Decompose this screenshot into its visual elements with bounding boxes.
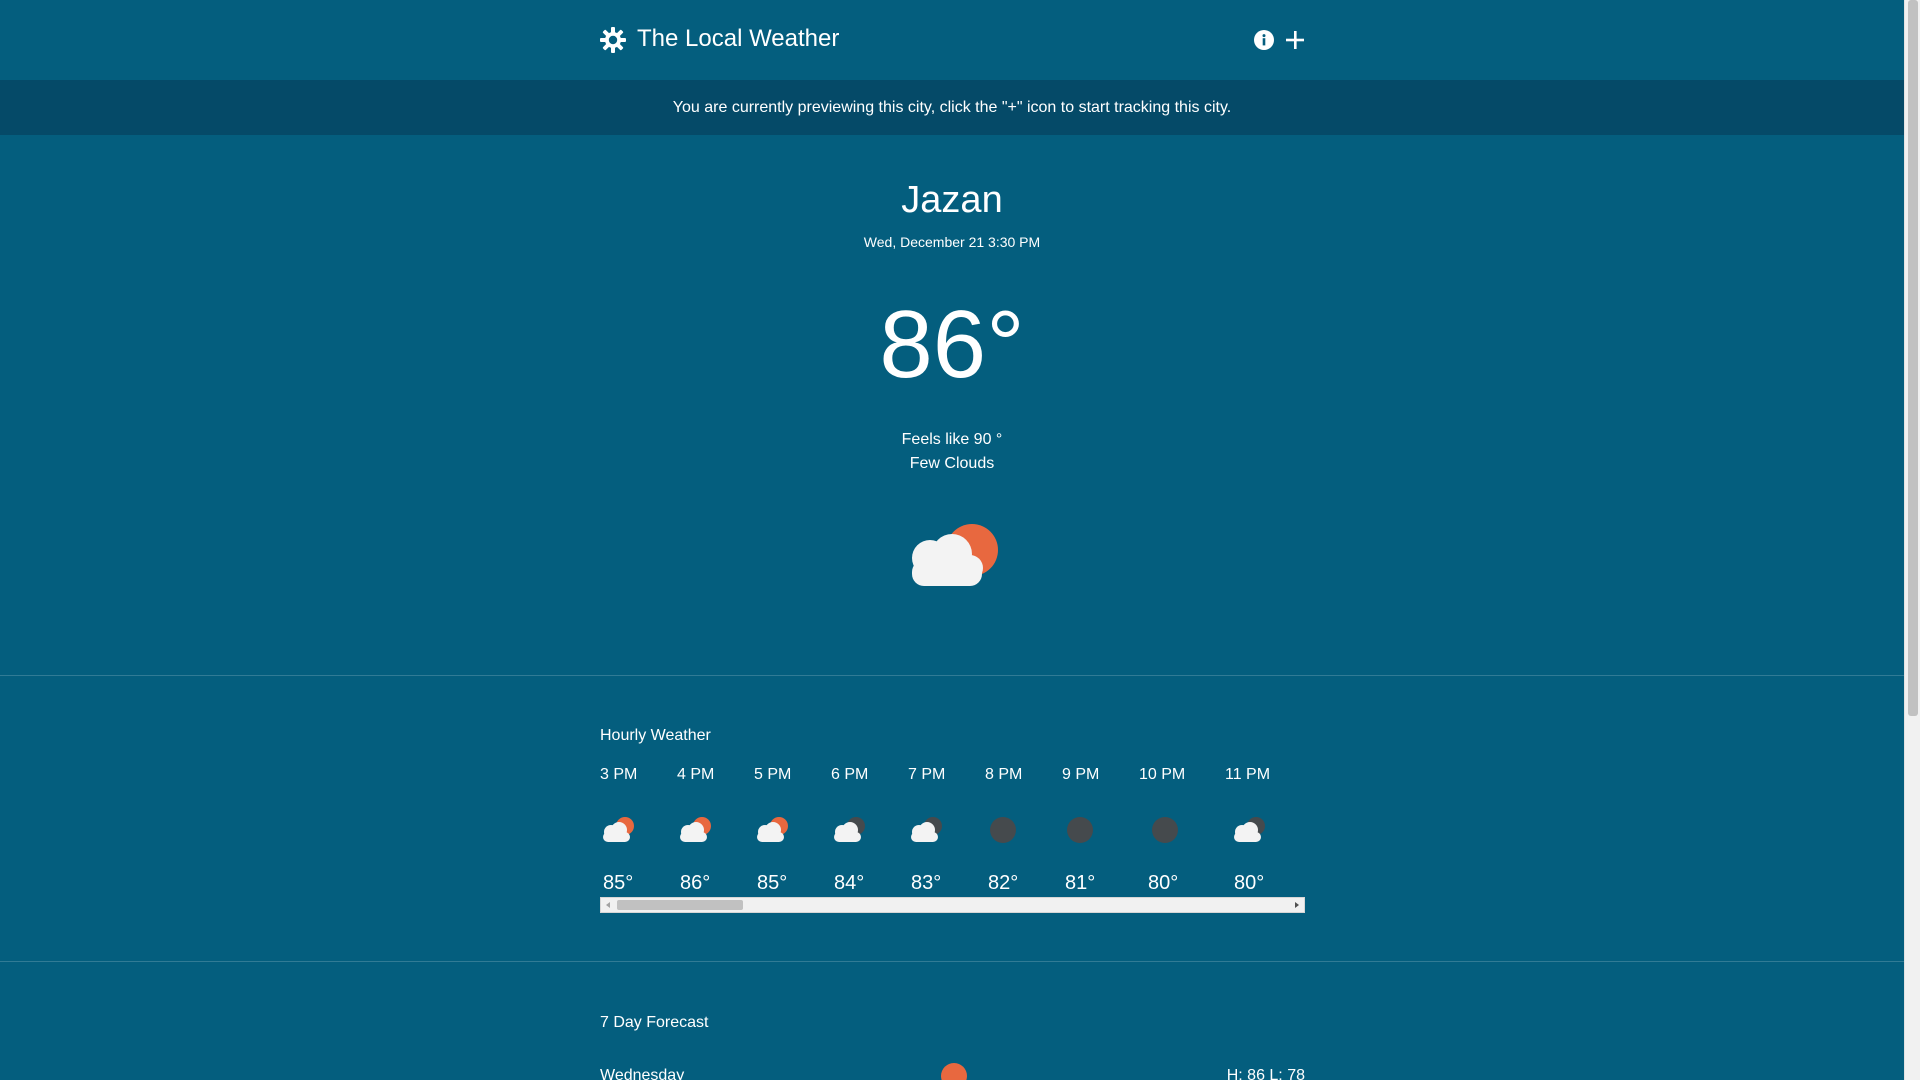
hour-time: 4 PM: [677, 766, 715, 783]
header-inner: The Local Weather: [600, 0, 1304, 80]
hour-temp: 85°: [603, 872, 634, 894]
section-divider: [0, 961, 1904, 962]
forecast-hi-lo: H: 86 L: 78: [1226, 1067, 1305, 1080]
hour-time: 5 PM: [754, 766, 792, 783]
hourly-item: 3 PM 85°: [600, 765, 670, 900]
hour-time: 8 PM: [985, 766, 1023, 783]
forecast-title: 7 Day Forecast: [600, 1014, 709, 1031]
preview-banner: You are currently previewing this city, …: [0, 80, 1904, 135]
hour-temp: 80°: [1234, 872, 1265, 894]
hourly-item: 11 PM 80°: [1225, 765, 1295, 900]
few-clouds-day-icon: [912, 524, 998, 586]
feels-like: Feels like 90 °: [901, 431, 1003, 448]
hourly-item: 6 PM 84°: [831, 765, 901, 900]
section-divider: [0, 675, 1904, 676]
hourly-scrollbar[interactable]: [600, 897, 1305, 913]
current-datetime: Wed, December 21 3:30 PM: [863, 234, 1041, 250]
app-title: The Local Weather: [637, 25, 840, 52]
app-header: The Local Weather: [0, 0, 1904, 80]
scroll-left-arrow-icon[interactable]: [601, 898, 615, 912]
hourly-item: 8 PM 82°: [985, 765, 1055, 900]
weather-condition: Few Clouds: [909, 455, 995, 472]
few-clouds-day-icon: [680, 817, 711, 842]
scrollbar-thumb[interactable]: [617, 900, 743, 910]
hourly-item: 4 PM 86°: [677, 765, 747, 900]
clear-night-icon: [1067, 817, 1093, 843]
hour-time: 11 PM: [1225, 766, 1271, 783]
hourly-item: 9 PM 81°: [1062, 765, 1132, 900]
clear-night-icon: [1152, 817, 1178, 843]
gear-sun-icon: [600, 27, 626, 53]
page-scrollbar-thumb[interactable]: [1908, 0, 1918, 716]
clear-night-icon: [990, 817, 1016, 843]
hour-time: 9 PM: [1062, 766, 1100, 783]
hour-temp: 84°: [834, 872, 865, 894]
hourly-item: 10 PM 80°: [1139, 765, 1209, 900]
few-clouds-night-icon: [834, 817, 865, 842]
forecast-day: Wednesday: [600, 1067, 685, 1080]
plus-icon[interactable]: [1284, 29, 1306, 51]
hourly-strip[interactable]: 3 PM 85° 4 PM 86° 5 PM 85° 6 PM 84° 7 PM…: [600, 765, 1305, 900]
app-page: The Local Weather You are currently prev…: [0, 0, 1904, 1080]
hour-temp: 86°: [680, 872, 711, 894]
few-clouds-day-icon: [603, 817, 634, 842]
forecast-row: Wednesday H: 86 L: 78: [600, 1063, 1305, 1080]
current-temperature: 86°: [879, 291, 1025, 398]
hour-temp: 83°: [911, 872, 942, 894]
hour-temp: 80°: [1148, 872, 1179, 894]
hour-temp: 81°: [1065, 872, 1096, 894]
hourly-title: Hourly Weather: [600, 727, 711, 744]
few-clouds-night-icon: [911, 817, 942, 842]
hour-time: 6 PM: [831, 766, 869, 783]
hour-temp: 85°: [757, 872, 788, 894]
hour-time: 10 PM: [1139, 766, 1186, 783]
sun-icon: [941, 1063, 967, 1080]
hourly-item: 5 PM 85°: [754, 765, 824, 900]
page-scrollbar[interactable]: [1904, 0, 1920, 1080]
few-clouds-night-icon: [1234, 817, 1265, 842]
info-icon[interactable]: [1254, 30, 1274, 50]
hourly-item: 7 PM 83°: [908, 765, 978, 900]
city-name: Jazan: [901, 179, 1003, 221]
hour-time: 7 PM: [908, 766, 946, 783]
hour-time: 3 PM: [600, 766, 638, 783]
few-clouds-day-icon: [757, 817, 788, 842]
hour-temp: 82°: [988, 872, 1019, 894]
scroll-right-arrow-icon[interactable]: [1290, 898, 1304, 912]
